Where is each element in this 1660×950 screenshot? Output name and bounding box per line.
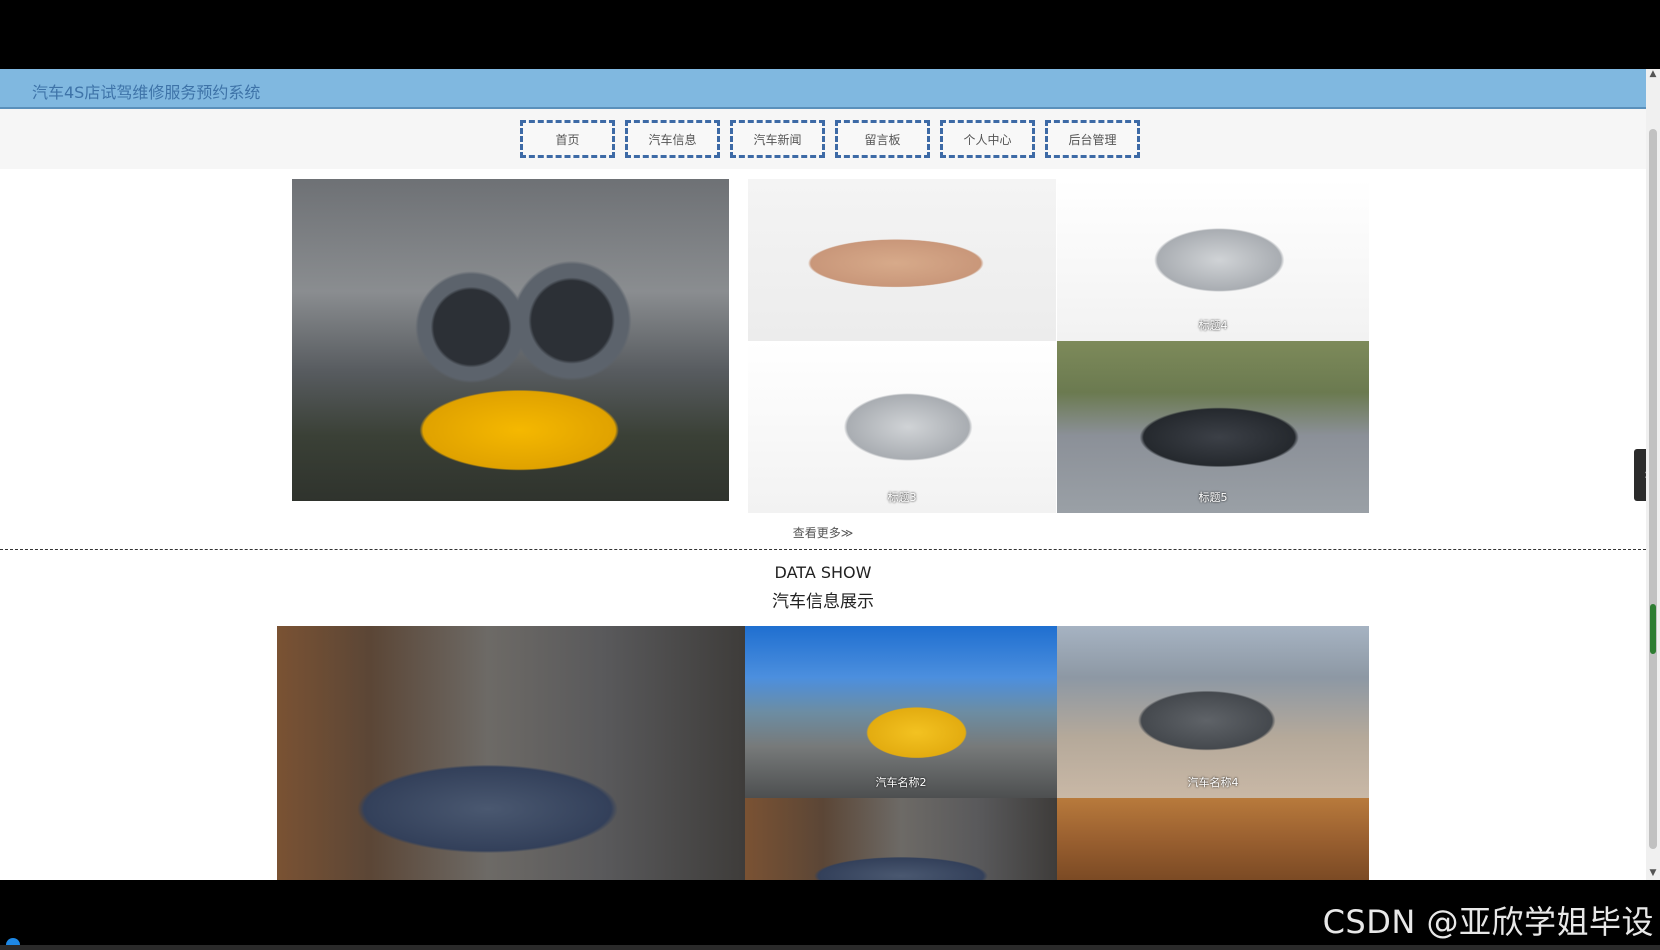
nav-home[interactable]: 首页 bbox=[520, 120, 615, 158]
nav-car-info[interactable]: 汽车信息 bbox=[625, 120, 720, 158]
car-caption-2: 汽车名称2 bbox=[875, 776, 927, 789]
car-tile-4[interactable]: 汽车名称4 bbox=[1057, 626, 1369, 798]
page-scrollbar[interactable]: ▲ ▼ bbox=[1646, 69, 1660, 880]
nav-admin[interactable]: 后台管理 bbox=[1045, 120, 1140, 158]
site-header: 汽车4S店试驾维修服务预约系统 bbox=[0, 69, 1646, 109]
carousel-caption-3: 标题3 bbox=[887, 491, 917, 504]
watermark: CSDN @亚欣学姐毕设 bbox=[1322, 903, 1654, 941]
section-title-cn: 汽车信息展示 bbox=[772, 592, 874, 612]
car-caption-4: 汽车名称4 bbox=[1187, 776, 1239, 789]
carousel-tile-2[interactable] bbox=[748, 179, 1056, 341]
progress-track bbox=[0, 945, 1660, 950]
nav-message-board[interactable]: 留言板 bbox=[835, 120, 930, 158]
nav-car-news[interactable]: 汽车新闻 bbox=[730, 120, 825, 158]
view-more-link[interactable]: 查看更多≫ bbox=[0, 524, 1646, 541]
scrollbar-thumb[interactable] bbox=[1649, 129, 1657, 849]
scrollbar-marker bbox=[1650, 604, 1656, 654]
section-title-en: DATA SHOW bbox=[774, 563, 872, 582]
nav-personal-center[interactable]: 个人中心 bbox=[940, 120, 1035, 158]
carousel-tile-3[interactable]: 标题3 bbox=[748, 341, 1056, 513]
letterbox-top bbox=[0, 0, 1660, 69]
section-divider bbox=[0, 549, 1646, 550]
car-tile-3[interactable] bbox=[745, 798, 1057, 880]
car-tile-5[interactable] bbox=[1057, 798, 1369, 880]
site-title: 汽车4S店试驾维修服务预约系统 bbox=[32, 83, 261, 102]
main-nav: 首页 汽车信息 汽车新闻 留言板 个人中心 后台管理 bbox=[0, 109, 1646, 169]
triangle-down-icon[interactable]: ▼ bbox=[1646, 868, 1660, 880]
car-tile-1[interactable] bbox=[277, 626, 745, 880]
carousel-caption-4: 标题4 bbox=[1198, 319, 1228, 332]
carousel-caption-5: 标题5 bbox=[1198, 491, 1228, 504]
carousel-tile-1[interactable] bbox=[292, 179, 729, 501]
car-tile-2[interactable]: 汽车名称2 bbox=[745, 626, 1057, 798]
carousel-tile-5[interactable]: 标题5 bbox=[1057, 341, 1369, 513]
browser-viewport: 汽车4S店试驾维修服务预约系统 首页 汽车信息 汽车新闻 留言板 个人中心 后台… bbox=[0, 69, 1660, 880]
news-carousel: 标题4 标题3 标题5 bbox=[0, 169, 1646, 619]
carousel-tile-4[interactable]: 标题4 bbox=[1057, 179, 1369, 341]
triangle-up-icon[interactable]: ▲ bbox=[1646, 69, 1660, 81]
